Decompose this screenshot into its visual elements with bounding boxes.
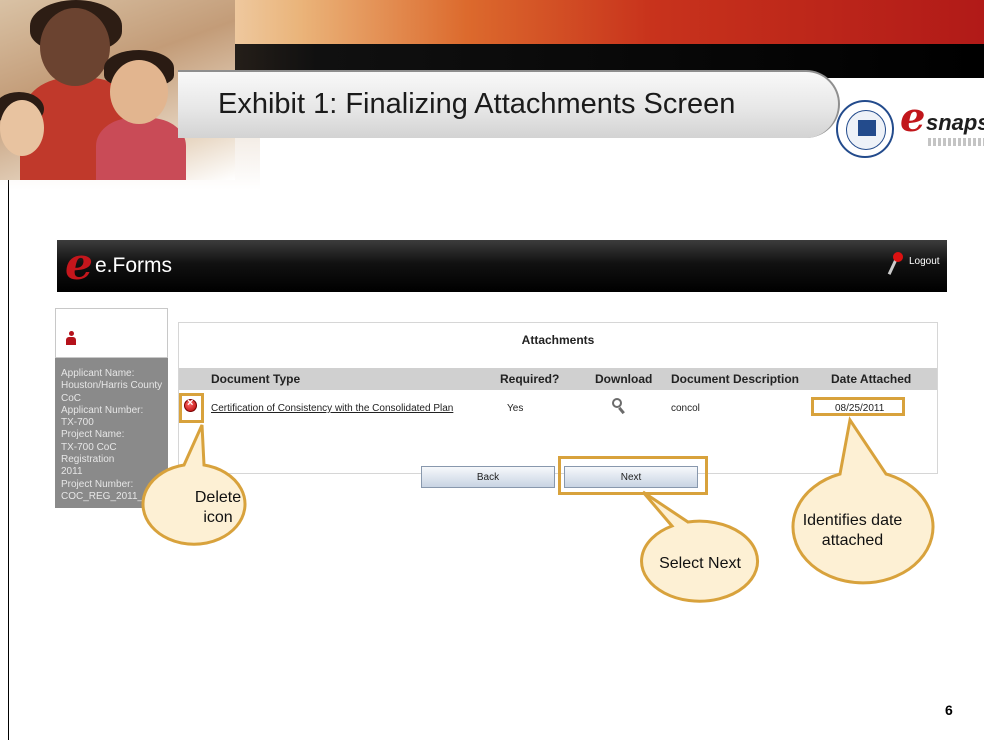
- logout-pin-icon[interactable]: [887, 252, 904, 275]
- col-date-attached: Date Attached: [831, 372, 912, 386]
- col-required: Required?: [500, 372, 560, 386]
- document-type-link[interactable]: Certification of Consistency with the Co…: [211, 403, 453, 414]
- applicant-icon: [66, 331, 76, 345]
- esnaps-logo: e snaps: [900, 98, 984, 150]
- delete-callout-text: Delete icon: [194, 489, 242, 526]
- logout-link[interactable]: Logout: [909, 256, 940, 267]
- next-highlight: [558, 456, 708, 495]
- eforms-header: e e.Forms Logout: [57, 240, 947, 292]
- back-button[interactable]: Back: [421, 466, 555, 488]
- applicant-sidebar: Applicant Name: Houston/Harris County Co…: [55, 308, 177, 508]
- next-callout-text: Select Next: [659, 555, 741, 572]
- hud-seal-logo: [836, 100, 894, 158]
- applicant-info: Applicant Name: Houston/Harris County Co…: [61, 368, 177, 502]
- eforms-title: e.Forms: [95, 254, 173, 277]
- col-document-type: Document Type: [211, 372, 301, 386]
- col-document-description: Document Description: [671, 372, 800, 386]
- attachments-title: Attachments: [521, 333, 595, 347]
- date-callout-text: Identifies date attached: [802, 512, 903, 549]
- banner-red-stripe: [150, 0, 984, 48]
- slide-banner: Exhibit 1: Finalizing Attachments Screen…: [0, 0, 984, 200]
- description-value: concol: [671, 403, 700, 414]
- sidebar-header: [55, 308, 168, 358]
- delete-highlight: [179, 393, 204, 423]
- page-number: 6: [945, 702, 953, 718]
- col-download: Download: [595, 372, 653, 386]
- download-magnifier-icon[interactable]: [612, 398, 626, 415]
- table-header: Document Type Required? Download Documen…: [179, 368, 937, 390]
- next-callout-bubble: [640, 490, 760, 603]
- slide-title: Exhibit 1: Finalizing Attachments Screen: [218, 88, 736, 120]
- required-value: Yes: [507, 403, 524, 414]
- eforms-logo-icon: e: [65, 239, 93, 290]
- date-highlight: [811, 397, 905, 416]
